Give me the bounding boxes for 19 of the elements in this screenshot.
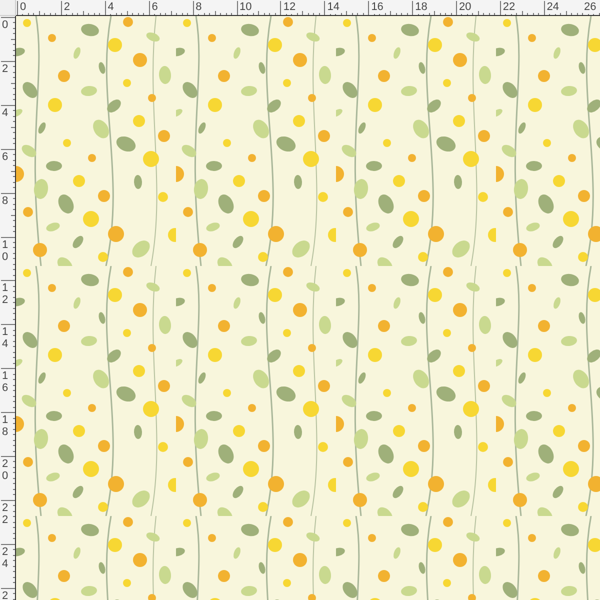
ruler-label: 16 <box>2 370 13 394</box>
ruler-label: 6 <box>150 0 159 14</box>
ruler-label: 20 <box>458 0 472 14</box>
ruler-label: 24 <box>2 546 13 570</box>
ruler-label: 18 <box>2 414 13 438</box>
ruler-label: 0 <box>19 0 28 14</box>
ruler-label: 14 <box>326 0 341 14</box>
ruler-label: 26 <box>583 0 598 14</box>
ruler-label: 12 <box>282 0 297 14</box>
ruler-label: 2 <box>62 0 72 14</box>
ruler-label: 10 <box>238 0 253 14</box>
ruler-label: 22 <box>502 0 516 14</box>
ruler-label: 18 <box>414 0 428 14</box>
ruler-label: 10 <box>2 238 13 263</box>
ruler-label: 16 <box>370 0 384 14</box>
ruler-label: 24 <box>546 0 560 14</box>
ruler-label: 20 <box>2 458 13 482</box>
ruler-label: 4 <box>106 0 115 14</box>
ruler-label: 8 <box>194 0 203 14</box>
